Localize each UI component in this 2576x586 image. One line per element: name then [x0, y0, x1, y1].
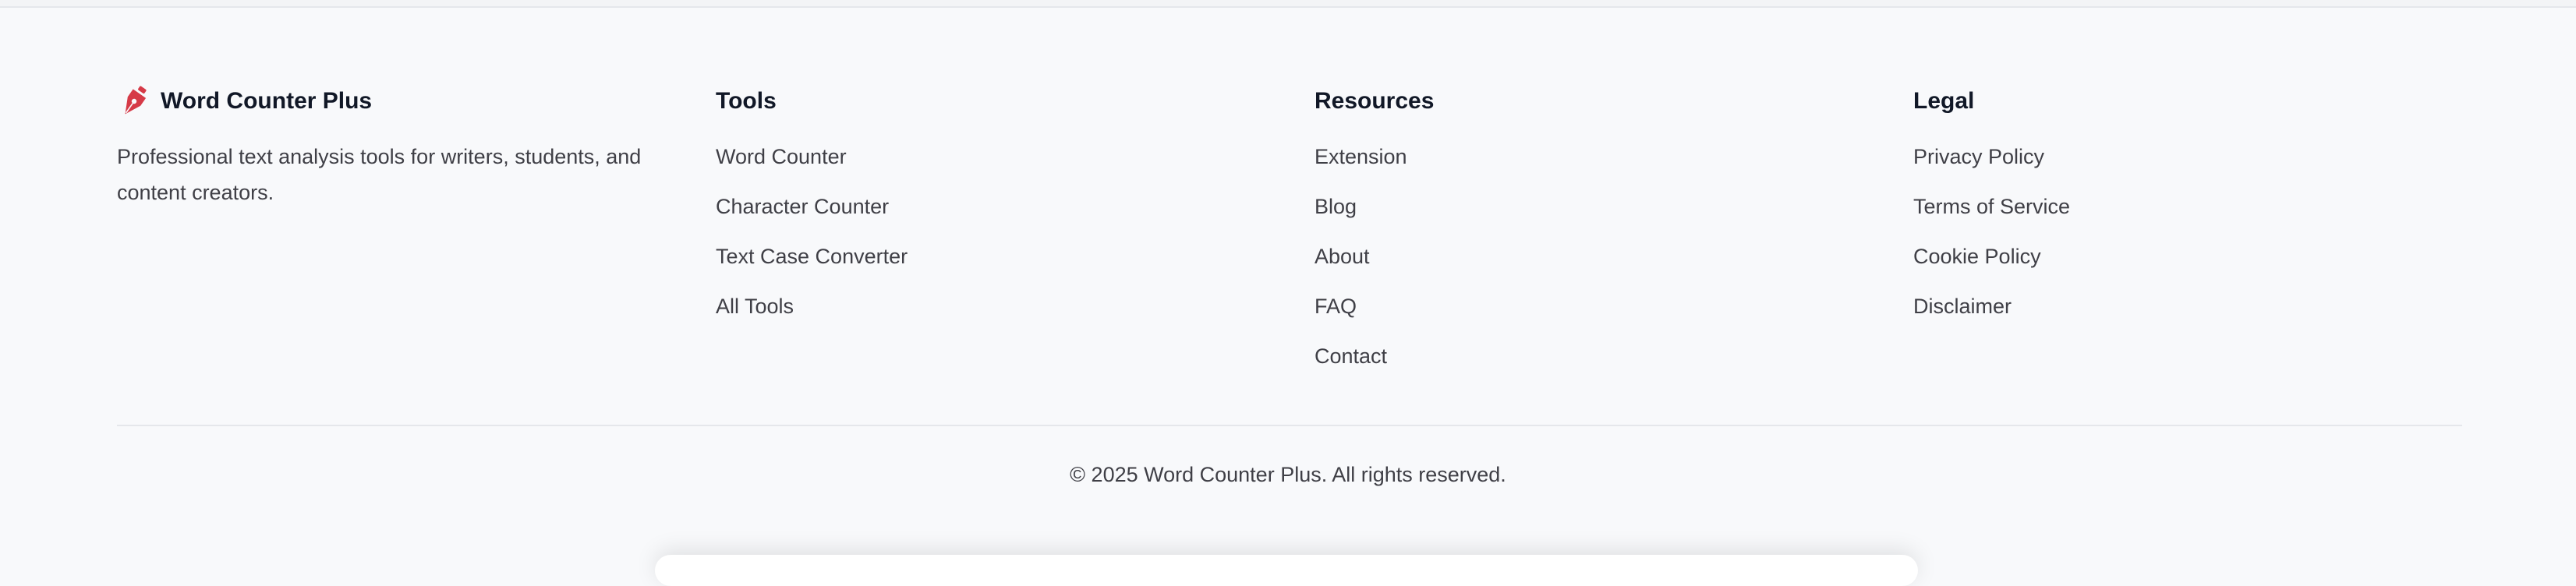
footer-link-about[interactable]: About — [1315, 245, 1370, 268]
footer-divider — [117, 425, 2462, 426]
list-item: Terms of Service — [1913, 189, 2381, 238]
footer-link-disclaimer[interactable]: Disclaimer — [1913, 295, 2012, 318]
list-item: Word Counter — [716, 139, 1184, 189]
footer-link-all-tools[interactable]: All Tools — [716, 295, 794, 318]
resources-link-list: Extension Blog About FAQ Contact — [1315, 139, 1782, 388]
footer-link-blog[interactable]: Blog — [1315, 195, 1357, 218]
column-title-legal: Legal — [1913, 88, 1975, 114]
column-title-tools: Tools — [716, 88, 777, 114]
brand-name: Word Counter Plus — [161, 88, 373, 114]
tools-link-list: Word Counter Character Counter Text Case… — [716, 139, 1184, 338]
footer-link-text-case-converter[interactable]: Text Case Converter — [716, 245, 908, 268]
list-item: About — [1315, 238, 1782, 288]
list-item: Extension — [1315, 139, 1782, 189]
site-footer: Word Counter Plus Professional text anal… — [0, 0, 2576, 586]
list-item: Character Counter — [716, 189, 1184, 238]
list-item: Disclaimer — [1913, 288, 2381, 338]
brand-description: Professional text analysis tools for wri… — [117, 145, 642, 204]
footer-link-cookie-policy[interactable]: Cookie Policy — [1913, 245, 2041, 268]
column-title-resources: Resources — [1315, 88, 1435, 114]
footer-column-tools: Tools Word Counter Character Counter Tex… — [716, 84, 1184, 338]
list-item: Text Case Converter — [716, 238, 1184, 288]
list-item: All Tools — [716, 288, 1184, 338]
list-item: FAQ — [1315, 288, 1782, 338]
footer-column-resources: Resources Extension Blog About FAQ Conta… — [1315, 84, 1782, 388]
footer-link-character-counter[interactable]: Character Counter — [716, 195, 889, 218]
footer-link-contact[interactable]: Contact — [1315, 344, 1387, 368]
floating-panel-edge — [655, 555, 1918, 586]
pen-nib-icon — [117, 84, 151, 118]
footer-link-terms-of-service[interactable]: Terms of Service — [1913, 195, 2070, 218]
footer-brand-column: Word Counter Plus Professional text anal… — [117, 84, 647, 210]
list-item: Privacy Policy — [1913, 139, 2381, 189]
list-item: Cookie Policy — [1913, 238, 2381, 288]
list-item: Contact — [1315, 338, 1782, 388]
legal-link-list: Privacy Policy Terms of Service Cookie P… — [1913, 139, 2381, 338]
footer-link-word-counter[interactable]: Word Counter — [716, 145, 847, 168]
footer-link-faq[interactable]: FAQ — [1315, 295, 1357, 318]
footer-column-legal: Legal Privacy Policy Terms of Service Co… — [1913, 84, 2381, 338]
footer-brand[interactable]: Word Counter Plus — [117, 84, 647, 118]
footer-link-extension[interactable]: Extension — [1315, 145, 1407, 168]
footer-link-privacy-policy[interactable]: Privacy Policy — [1913, 145, 2044, 168]
list-item: Blog — [1315, 189, 1782, 238]
copyright-text: © 2025 Word Counter Plus. All rights res… — [1070, 463, 1506, 486]
